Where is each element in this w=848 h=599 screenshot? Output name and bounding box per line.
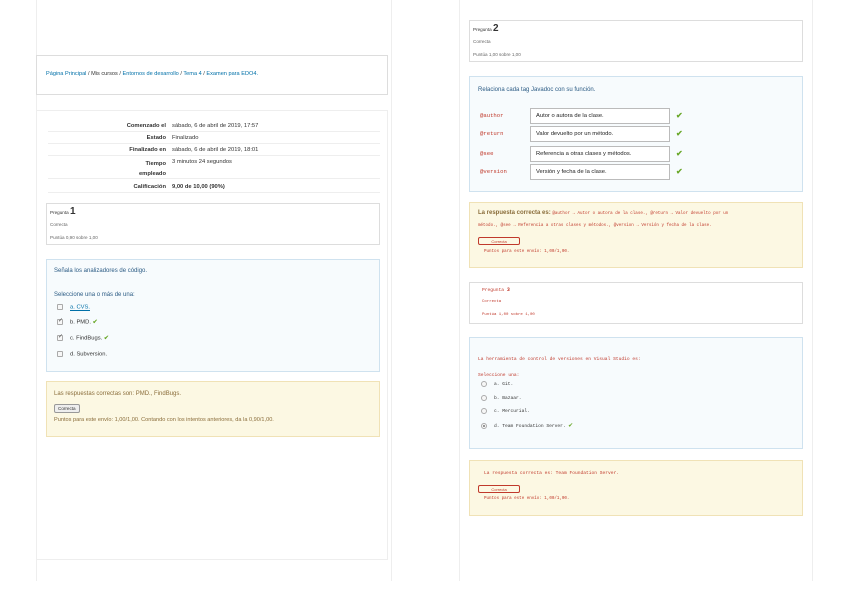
summary-row-state: Estado Finalizado <box>48 133 380 144</box>
q3-option-c[interactable]: c. Mercurial. <box>481 408 530 414</box>
q3-info-box: Pregunta 3 Correcta Puntúa 1,00 sobre 1,… <box>469 282 803 324</box>
breadcrumb-topic-link[interactable]: Tema 4 <box>183 71 201 77</box>
q2-number: Pregunta 2 <box>473 23 499 34</box>
q1-option-a[interactable]: a. CVS. <box>57 304 90 311</box>
q2-correct-button[interactable]: Correcta <box>478 237 520 245</box>
q2-match-row-return: @return Valor devuelto por un método. ✔ <box>480 126 690 142</box>
checkbox-icon[interactable] <box>57 351 63 357</box>
q2-info-box: Pregunta 2 Correcta Puntúa 1,00 sobre 1,… <box>469 20 803 62</box>
check-icon: ✔ <box>676 129 683 138</box>
q2-select-return[interactable]: Valor devuelto por un método. <box>530 126 670 142</box>
q3-content-box <box>469 337 803 449</box>
breadcrumb-course-link[interactable]: Entornos de desarrollo <box>123 71 179 77</box>
q1-grade: Puntúa 0,90 sobre 1,00 <box>50 235 98 240</box>
q3-option-b[interactable]: b. Bazaar. <box>481 395 522 401</box>
checkbox-icon[interactable] <box>57 304 63 310</box>
breadcrumb-exam-link[interactable]: Examen para EDO4. <box>206 71 258 77</box>
radio-icon[interactable] <box>481 408 487 414</box>
check-icon: ✔ <box>568 422 573 430</box>
radio-icon[interactable] <box>481 395 487 401</box>
q1-correct-button[interactable]: Correcta <box>54 404 80 413</box>
q2-select-version[interactable]: Versión y fecha de la clase. <box>530 164 670 180</box>
summary-row-grade: Calificación 9,00 de 10,00 (90%) <box>48 182 380 193</box>
q2-match-row-author: @author Autor o autora de la clase. ✔ <box>480 108 690 124</box>
q2-text: Relaciona cada tag Javadoc con su funció… <box>478 87 596 93</box>
q2-select-see[interactable]: Referencia a otras clases y métodos. <box>530 146 670 162</box>
breadcrumb: Página Principal / Mis cursos / Entornos… <box>46 71 259 77</box>
check-icon: ✔ <box>676 167 683 176</box>
q1-points: Puntos para este envío: 1,00/1,00. Conta… <box>54 417 274 423</box>
q2-select-author[interactable]: Autor o autora de la clase. <box>530 108 670 124</box>
q3-option-a[interactable]: a. Git. <box>481 381 513 387</box>
q1-state: Correcta <box>50 222 68 227</box>
q2-points: Puntos para este envío: 1,00/1,00. <box>484 250 570 254</box>
q1-prompt: Seleccione una o más de una: <box>54 292 135 298</box>
q3-prompt: Seleccione una: <box>478 373 520 378</box>
q2-match-row-version: @version Versión y fecha de la clase. ✔ <box>480 164 690 180</box>
q1-text: Señala los analizadores de código. <box>54 268 148 274</box>
q1-feedback-text: Las respuestas correctas son: PMD., Find… <box>54 391 182 397</box>
q3-correct-button[interactable]: Correcta <box>478 485 520 493</box>
q3-option-d[interactable]: d. Team Foundation Server. ✔ <box>481 421 573 430</box>
q3-feedback-text: La respuesta correcta es: Team Foundatio… <box>484 471 620 476</box>
q1-info-box: Pregunta 1 Correcta Puntúa 0,90 sobre 1,… <box>46 203 380 245</box>
q3-points: Puntos para este envío: 1,00/1,00. <box>484 497 570 501</box>
breadcrumb-my-courses[interactable]: Mis cursos <box>91 71 118 77</box>
radio-icon[interactable] <box>481 381 487 387</box>
checkbox-checked-icon[interactable] <box>57 333 63 341</box>
q2-feedback-line2: método., @see → Referencia a otras clase… <box>478 224 712 228</box>
check-icon: ✔ <box>676 149 683 158</box>
q3-grade: Puntúa 1,00 sobre 1,00 <box>482 313 535 317</box>
q3-number: Pregunta 3 <box>482 287 510 293</box>
breadcrumb-home-link[interactable]: Página Principal <box>46 71 86 77</box>
summary-row-time: Tiempo empleado 3 minutos 24 segundos <box>48 157 380 179</box>
q2-feedback: La respuesta correcta es: @author → Auto… <box>478 210 729 216</box>
q2-match-row-see: @see Referencia a otras clases y métodos… <box>480 146 690 162</box>
q2-state: Correcta <box>473 39 491 44</box>
q3-state: Correcta <box>482 300 502 304</box>
q3-text: La herramienta de control de versiones e… <box>478 357 641 362</box>
check-icon: ✔ <box>92 319 98 326</box>
q1-option-b[interactable]: b. PMD. ✔ <box>57 317 98 326</box>
summary-row-finished: Finalizado en sábado, 6 de abril de 2019… <box>48 145 380 156</box>
q1-number: Pregunta 1 <box>50 206 76 217</box>
summary-row-started: Comenzado el sábado, 6 de abril de 2019,… <box>48 121 380 132</box>
radio-selected-icon[interactable] <box>481 422 487 429</box>
q2-grade: Puntúa 1,00 sobre 1,00 <box>473 52 521 57</box>
q1-option-c[interactable]: c. FindBugs. ✔ <box>57 333 109 342</box>
q1-feedback-box <box>46 381 380 437</box>
check-icon: ✔ <box>676 111 683 120</box>
check-icon: ✔ <box>103 335 109 342</box>
q1-option-d[interactable]: d. Subversion. <box>57 351 107 358</box>
checkbox-checked-icon[interactable] <box>57 317 63 325</box>
